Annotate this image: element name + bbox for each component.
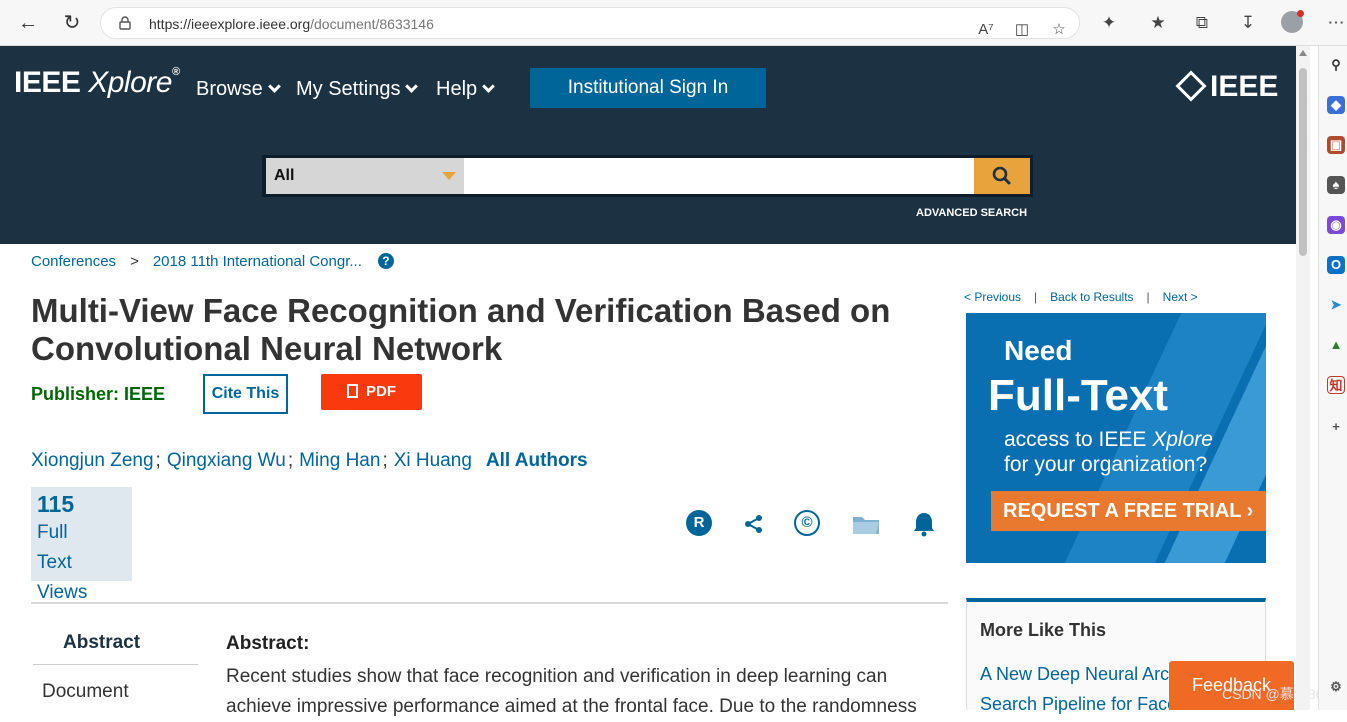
back-to-results-link[interactable]: Back to Results [1050,290,1133,304]
send-icon[interactable]: ➤ [1327,296,1345,314]
add-favorite-icon[interactable]: ☆ [1046,17,1072,43]
url-text: https://ieeexplore.ieee.org/document/863… [149,16,434,32]
split-screen-icon[interactable]: ◫ [1009,17,1035,43]
folder-icon[interactable] [851,510,879,538]
related-article-link[interactable]: Search Pipeline for Face [980,694,1177,715]
shopping-tag-icon[interactable]: ◆ [1327,96,1345,114]
share-icon[interactable] [740,510,768,538]
views-label: Full [37,522,68,543]
full-text-ad-banner[interactable]: Need Full-Text access to IEEE Xplore for… [966,313,1266,563]
scrollbar[interactable] [1296,46,1310,710]
abstract-heading: Abstract: [226,633,310,654]
reload-icon[interactable]: ↻ [58,9,86,37]
search-scope-select[interactable]: All [266,158,464,194]
extensions-icon[interactable]: ✦ [1095,9,1123,37]
search-bar: All [262,155,1033,197]
institutional-sign-in-button[interactable]: Institutional Sign In [530,68,766,108]
zhihu-icon[interactable]: 知 [1327,376,1345,394]
scroll-up-arrow-icon[interactable] [1299,50,1307,56]
favorites-icon[interactable]: ★ [1144,9,1172,37]
downloads-icon[interactable]: ↧ [1234,9,1262,37]
chevron-right-icon: › [1246,500,1254,522]
caret-down-icon [442,172,456,180]
full-text-views-badge: 115 Full Text Views [31,487,132,603]
search-icon[interactable]: ⚲ [1327,56,1345,74]
search-icon [992,166,1011,185]
browser-sidebar: ⚲ ◆ ▣ ♠ ◉ O ➤ ▲ 知 + ⚙ [1318,46,1347,710]
page-title: Multi-View Face Recognition and Verifica… [31,292,891,367]
address-bar[interactable]: https://ieeexplore.ieee.org/document/863… [100,7,1080,39]
profile-avatar[interactable] [1281,10,1304,33]
breadcrumb-conference[interactable]: 2018 11th International Congr... [153,253,362,270]
views-label: Text Views [37,552,88,603]
search-button[interactable] [974,158,1030,194]
author-list: Xiongjun Zeng; Qingxiang Wu; Ming Han; Xi H… [31,450,588,471]
more-menu-icon[interactable]: ⋯ [1322,9,1347,37]
alert-bell-icon[interactable] [910,510,938,538]
related-article-link[interactable]: A New Deep Neural Arc [980,664,1169,685]
ieee-xplore-logo[interactable]: IEEE Xplore® [14,66,180,100]
request-free-trial-button[interactable]: REQUEST A FREE TRIAL › [991,491,1266,531]
settings-gear-icon[interactable]: ⚙ [1327,678,1345,696]
games-icon[interactable]: ♠ [1327,176,1345,194]
scrollbar-thumb[interactable] [1299,68,1307,256]
browser-toolbar: ← ↻ https://ieeexplore.ieee.org/document… [0,0,1347,46]
ad-access-text: access to IEEE Xplore for your organizat… [1004,428,1213,476]
breadcrumb-conferences[interactable]: Conferences [31,253,116,270]
tools-briefcase-icon[interactable]: ▣ [1327,136,1345,154]
author-link[interactable]: Ming Han [299,450,380,471]
next-link[interactable]: Next > [1163,290,1198,304]
all-authors-link[interactable]: All Authors [486,450,588,471]
advanced-search-link[interactable]: ADVANCED SEARCH [916,207,1027,219]
publisher-label: Publisher: IEEE [31,384,166,404]
office-icon[interactable]: ◉ [1327,216,1345,234]
cite-this-button[interactable]: Cite This [203,374,288,414]
collections-icon[interactable]: ⧉ [1188,9,1216,37]
copyright-icon[interactable]: © [793,510,821,538]
abstract-text: Recent studies show that face recognitio… [226,666,917,717]
ieee-logo[interactable]: IEEE [1175,70,1278,104]
ad-full-text: Full-Text [988,371,1169,420]
result-navigation: < Previous | Back to Results | Next > [964,290,1198,304]
author-link[interactable]: Xi Huang [394,450,472,471]
nav-help[interactable]: Help [436,78,496,101]
lock-icon [119,16,131,30]
chevron-down-icon [482,80,496,93]
read-aloud-icon[interactable]: A⁷ [973,17,999,43]
ad-need: Need [1004,335,1073,366]
views-count: 115 [37,491,75,517]
outlook-icon[interactable]: O [1327,256,1345,274]
watermark: CSDN @慕生867 [1222,686,1332,702]
add-icon[interactable]: + [1327,418,1345,436]
nav-my-settings[interactable]: My Settings [296,78,419,101]
back-arrow-icon[interactable]: ← [14,9,42,37]
chevron-down-icon [405,80,419,93]
help-icon[interactable]: ? [377,253,394,269]
pdf-icon [347,384,358,398]
nav-browse[interactable]: Browse [196,78,281,101]
tree-icon[interactable]: ▲ [1327,336,1345,354]
breadcrumb-separator: > [130,253,139,270]
tab-divider [33,664,198,665]
search-input[interactable] [464,158,974,194]
divider [31,602,948,604]
breadcrumb: Conferences >2018 11th International Cong… [31,253,394,270]
ieee-diamond-icon [1175,70,1207,102]
pdf-button[interactable]: PDF [321,374,422,410]
tab-abstract[interactable]: Abstract [63,632,140,654]
site-header: IEEE Xplore® Browse My Settings Help Ins… [0,46,1296,244]
author-link[interactable]: Qingxiang Wu [167,450,286,471]
previous-link[interactable]: < Previous [964,290,1021,304]
tab-document[interactable]: Document [42,681,129,703]
rights-permissions-icon[interactable]: R [685,510,713,538]
more-like-this-heading: More Like This [980,620,1107,640]
chevron-down-icon [267,80,281,93]
author-link[interactable]: Xiongjun Zeng [31,450,154,471]
